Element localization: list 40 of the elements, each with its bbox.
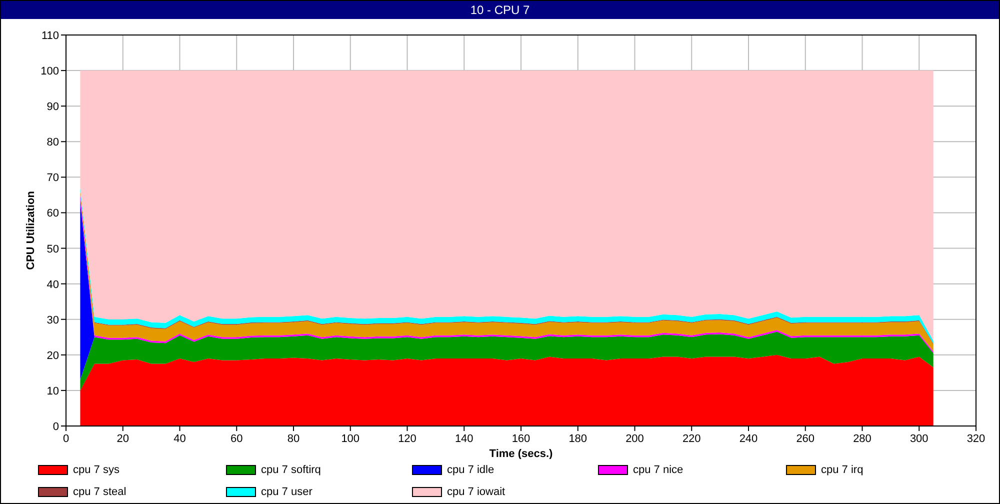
y-tick-label: 40 (46, 278, 59, 291)
legend-label: cpu 7 nice (633, 462, 684, 478)
legend-label: cpu 7 steal (73, 484, 126, 500)
legend-label: cpu 7 user (261, 484, 312, 500)
x-tick-label: 0 (62, 433, 70, 445)
y-tick-label: 30 (46, 314, 59, 326)
legend-label: cpu 7 irq (821, 462, 864, 478)
y-tick-label: 80 (46, 136, 59, 149)
x-tick-label: 220 (682, 433, 701, 445)
x-tick-label: 20 (116, 433, 129, 445)
y-tick-label: 20 (46, 350, 59, 362)
y-tick-label: 50 (46, 243, 59, 256)
x-tick-label: 240 (739, 433, 758, 445)
y-tick-label: 100 (40, 66, 59, 78)
legend-label: cpu 7 sys (73, 462, 120, 478)
legend-label: cpu 7 iowait (447, 484, 506, 500)
y-tick-label: 70 (46, 172, 59, 184)
x-axis-title: Time (secs.) (489, 448, 553, 459)
y-axis-title: CPU Utilization (25, 191, 37, 270)
x-tick-label: 160 (512, 433, 530, 445)
x-tick-label: 120 (398, 433, 416, 445)
x-tick-label: 60 (230, 433, 243, 445)
y-tick-label: 0 (52, 421, 59, 433)
x-tick-label: 40 (174, 433, 186, 445)
legend-label: cpu 7 idle (447, 462, 494, 478)
x-tick-label: 320 (966, 433, 986, 445)
x-tick-label: 300 (910, 433, 928, 445)
y-tick-label: 110 (41, 30, 59, 42)
y-tick-label: 60 (46, 208, 59, 220)
x-tick-label: 280 (853, 433, 872, 445)
y-tick-label: 10 (46, 385, 59, 398)
title-bar: 10 - CPU 7 (1, 1, 999, 19)
x-tick-label: 180 (568, 433, 588, 445)
y-tick-label: 90 (46, 101, 59, 114)
x-tick-label: 100 (341, 433, 360, 445)
x-tick-label: 200 (626, 433, 644, 445)
x-tick-label: 260 (796, 433, 815, 445)
x-tick-label: 80 (287, 433, 300, 445)
x-tick-label: 140 (454, 433, 474, 445)
legend-label: cpu 7 softirq (261, 462, 321, 478)
